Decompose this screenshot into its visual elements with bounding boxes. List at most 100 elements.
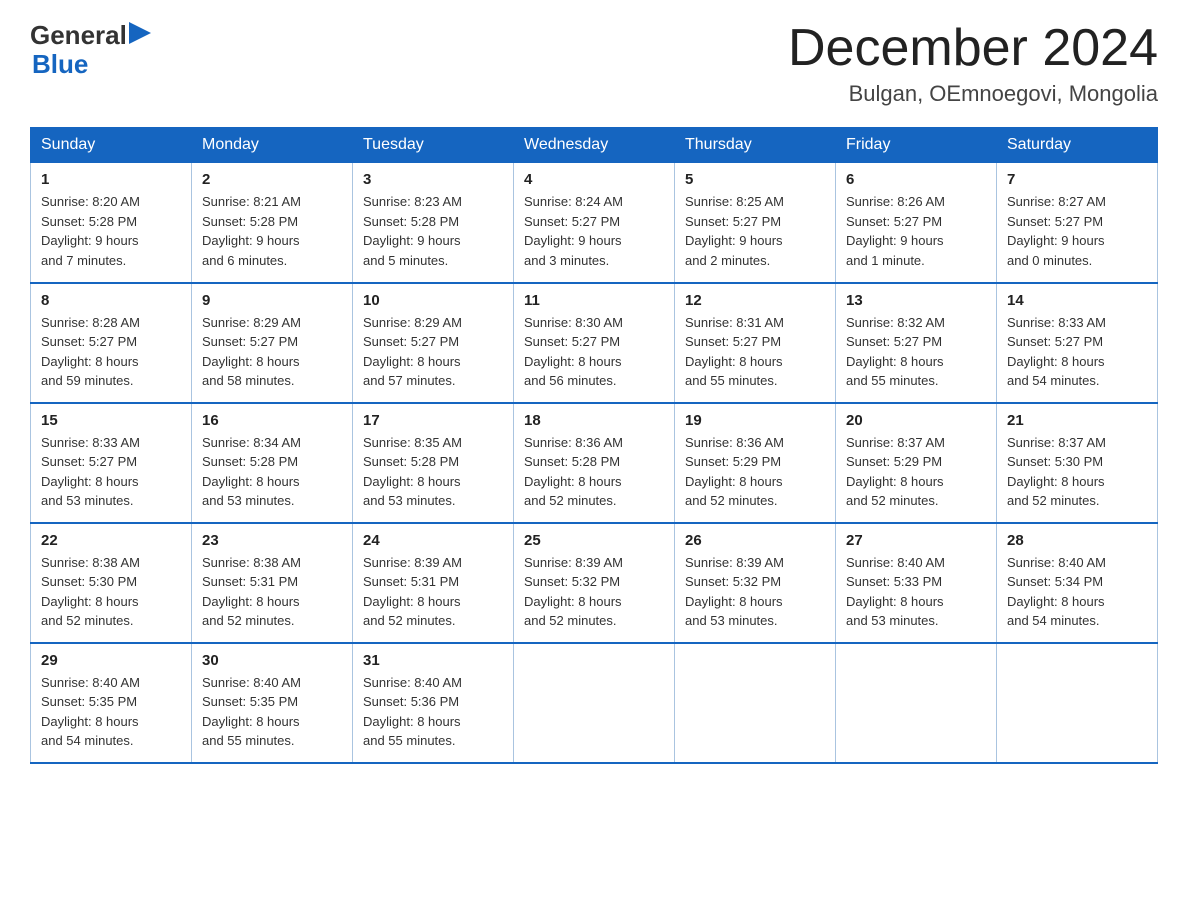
day-info: Sunrise: 8:40 AMSunset: 5:36 PMDaylight:… xyxy=(363,673,503,751)
logo-line1: General xyxy=(30,20,151,51)
day-number: 21 xyxy=(1007,412,1147,429)
calendar-cell xyxy=(514,643,675,763)
day-number: 10 xyxy=(363,292,503,309)
calendar-cell: 9 Sunrise: 8:29 AMSunset: 5:27 PMDayligh… xyxy=(192,283,353,403)
logo-arrow-icon xyxy=(129,22,151,44)
calendar-cell xyxy=(836,643,997,763)
calendar-cell: 25 Sunrise: 8:39 AMSunset: 5:32 PMDaylig… xyxy=(514,523,675,643)
day-info: Sunrise: 8:36 AMSunset: 5:28 PMDaylight:… xyxy=(524,433,664,511)
calendar-cell: 10 Sunrise: 8:29 AMSunset: 5:27 PMDaylig… xyxy=(353,283,514,403)
calendar-cell: 29 Sunrise: 8:40 AMSunset: 5:35 PMDaylig… xyxy=(31,643,192,763)
day-number: 7 xyxy=(1007,171,1147,188)
calendar-week-row: 22 Sunrise: 8:38 AMSunset: 5:30 PMDaylig… xyxy=(31,523,1158,643)
title-area: December 2024 Bulgan, OEmnoegovi, Mongol… xyxy=(788,20,1158,107)
header-friday: Friday xyxy=(836,128,997,163)
day-info: Sunrise: 8:20 AMSunset: 5:28 PMDaylight:… xyxy=(41,192,181,270)
calendar-cell: 7 Sunrise: 8:27 AMSunset: 5:27 PMDayligh… xyxy=(997,163,1158,283)
day-number: 14 xyxy=(1007,292,1147,309)
day-info: Sunrise: 8:25 AMSunset: 5:27 PMDaylight:… xyxy=(685,192,825,270)
calendar-cell xyxy=(675,643,836,763)
day-info: Sunrise: 8:29 AMSunset: 5:27 PMDaylight:… xyxy=(363,313,503,391)
day-info: Sunrise: 8:39 AMSunset: 5:32 PMDaylight:… xyxy=(685,553,825,631)
day-number: 20 xyxy=(846,412,986,429)
day-info: Sunrise: 8:26 AMSunset: 5:27 PMDaylight:… xyxy=(846,192,986,270)
calendar-cell: 2 Sunrise: 8:21 AMSunset: 5:28 PMDayligh… xyxy=(192,163,353,283)
calendar-week-row: 15 Sunrise: 8:33 AMSunset: 5:27 PMDaylig… xyxy=(31,403,1158,523)
day-info: Sunrise: 8:29 AMSunset: 5:27 PMDaylight:… xyxy=(202,313,342,391)
calendar-cell: 16 Sunrise: 8:34 AMSunset: 5:28 PMDaylig… xyxy=(192,403,353,523)
calendar-week-row: 29 Sunrise: 8:40 AMSunset: 5:35 PMDaylig… xyxy=(31,643,1158,763)
day-number: 6 xyxy=(846,171,986,188)
day-info: Sunrise: 8:35 AMSunset: 5:28 PMDaylight:… xyxy=(363,433,503,511)
day-number: 1 xyxy=(41,171,181,188)
calendar-cell: 17 Sunrise: 8:35 AMSunset: 5:28 PMDaylig… xyxy=(353,403,514,523)
calendar-cell: 21 Sunrise: 8:37 AMSunset: 5:30 PMDaylig… xyxy=(997,403,1158,523)
calendar-week-row: 1 Sunrise: 8:20 AMSunset: 5:28 PMDayligh… xyxy=(31,163,1158,283)
calendar-cell: 12 Sunrise: 8:31 AMSunset: 5:27 PMDaylig… xyxy=(675,283,836,403)
calendar-week-row: 8 Sunrise: 8:28 AMSunset: 5:27 PMDayligh… xyxy=(31,283,1158,403)
day-info: Sunrise: 8:33 AMSunset: 5:27 PMDaylight:… xyxy=(41,433,181,511)
day-number: 13 xyxy=(846,292,986,309)
calendar-cell: 3 Sunrise: 8:23 AMSunset: 5:28 PMDayligh… xyxy=(353,163,514,283)
day-info: Sunrise: 8:40 AMSunset: 5:35 PMDaylight:… xyxy=(202,673,342,751)
day-info: Sunrise: 8:37 AMSunset: 5:29 PMDaylight:… xyxy=(846,433,986,511)
calendar-cell: 28 Sunrise: 8:40 AMSunset: 5:34 PMDaylig… xyxy=(997,523,1158,643)
calendar-cell: 4 Sunrise: 8:24 AMSunset: 5:27 PMDayligh… xyxy=(514,163,675,283)
header-tuesday: Tuesday xyxy=(353,128,514,163)
day-number: 8 xyxy=(41,292,181,309)
day-info: Sunrise: 8:23 AMSunset: 5:28 PMDaylight:… xyxy=(363,192,503,270)
header-thursday: Thursday xyxy=(675,128,836,163)
day-number: 30 xyxy=(202,652,342,669)
header-saturday: Saturday xyxy=(997,128,1158,163)
day-number: 27 xyxy=(846,532,986,549)
day-number: 22 xyxy=(41,532,181,549)
calendar-cell: 8 Sunrise: 8:28 AMSunset: 5:27 PMDayligh… xyxy=(31,283,192,403)
day-info: Sunrise: 8:40 AMSunset: 5:35 PMDaylight:… xyxy=(41,673,181,751)
calendar-cell: 5 Sunrise: 8:25 AMSunset: 5:27 PMDayligh… xyxy=(675,163,836,283)
calendar-cell: 26 Sunrise: 8:39 AMSunset: 5:32 PMDaylig… xyxy=(675,523,836,643)
header-monday: Monday xyxy=(192,128,353,163)
header-wednesday: Wednesday xyxy=(514,128,675,163)
calendar-cell: 19 Sunrise: 8:36 AMSunset: 5:29 PMDaylig… xyxy=(675,403,836,523)
calendar-cell: 20 Sunrise: 8:37 AMSunset: 5:29 PMDaylig… xyxy=(836,403,997,523)
calendar-cell: 23 Sunrise: 8:38 AMSunset: 5:31 PMDaylig… xyxy=(192,523,353,643)
day-number: 24 xyxy=(363,532,503,549)
day-number: 4 xyxy=(524,171,664,188)
calendar-cell: 22 Sunrise: 8:38 AMSunset: 5:30 PMDaylig… xyxy=(31,523,192,643)
header-sunday: Sunday xyxy=(31,128,192,163)
calendar-header-row: SundayMondayTuesdayWednesdayThursdayFrid… xyxy=(31,128,1158,163)
day-number: 31 xyxy=(363,652,503,669)
day-number: 23 xyxy=(202,532,342,549)
day-info: Sunrise: 8:39 AMSunset: 5:32 PMDaylight:… xyxy=(524,553,664,631)
calendar-cell: 11 Sunrise: 8:30 AMSunset: 5:27 PMDaylig… xyxy=(514,283,675,403)
day-number: 5 xyxy=(685,171,825,188)
calendar-cell: 14 Sunrise: 8:33 AMSunset: 5:27 PMDaylig… xyxy=(997,283,1158,403)
calendar-cell: 24 Sunrise: 8:39 AMSunset: 5:31 PMDaylig… xyxy=(353,523,514,643)
day-number: 11 xyxy=(524,292,664,309)
day-number: 19 xyxy=(685,412,825,429)
day-info: Sunrise: 8:24 AMSunset: 5:27 PMDaylight:… xyxy=(524,192,664,270)
calendar-cell: 6 Sunrise: 8:26 AMSunset: 5:27 PMDayligh… xyxy=(836,163,997,283)
calendar-cell: 31 Sunrise: 8:40 AMSunset: 5:36 PMDaylig… xyxy=(353,643,514,763)
day-info: Sunrise: 8:27 AMSunset: 5:27 PMDaylight:… xyxy=(1007,192,1147,270)
header: General Blue December 2024 Bulgan, OEmno… xyxy=(30,20,1158,107)
day-info: Sunrise: 8:40 AMSunset: 5:33 PMDaylight:… xyxy=(846,553,986,631)
location-title: Bulgan, OEmnoegovi, Mongolia xyxy=(788,81,1158,107)
day-number: 26 xyxy=(685,532,825,549)
calendar-cell: 15 Sunrise: 8:33 AMSunset: 5:27 PMDaylig… xyxy=(31,403,192,523)
day-number: 9 xyxy=(202,292,342,309)
day-info: Sunrise: 8:36 AMSunset: 5:29 PMDaylight:… xyxy=(685,433,825,511)
day-number: 29 xyxy=(41,652,181,669)
day-info: Sunrise: 8:33 AMSunset: 5:27 PMDaylight:… xyxy=(1007,313,1147,391)
day-info: Sunrise: 8:40 AMSunset: 5:34 PMDaylight:… xyxy=(1007,553,1147,631)
day-info: Sunrise: 8:37 AMSunset: 5:30 PMDaylight:… xyxy=(1007,433,1147,511)
day-info: Sunrise: 8:39 AMSunset: 5:31 PMDaylight:… xyxy=(363,553,503,631)
calendar-cell: 13 Sunrise: 8:32 AMSunset: 5:27 PMDaylig… xyxy=(836,283,997,403)
day-number: 15 xyxy=(41,412,181,429)
day-info: Sunrise: 8:30 AMSunset: 5:27 PMDaylight:… xyxy=(524,313,664,391)
day-info: Sunrise: 8:38 AMSunset: 5:30 PMDaylight:… xyxy=(41,553,181,631)
day-number: 3 xyxy=(363,171,503,188)
calendar-cell: 27 Sunrise: 8:40 AMSunset: 5:33 PMDaylig… xyxy=(836,523,997,643)
day-number: 17 xyxy=(363,412,503,429)
calendar-cell: 18 Sunrise: 8:36 AMSunset: 5:28 PMDaylig… xyxy=(514,403,675,523)
